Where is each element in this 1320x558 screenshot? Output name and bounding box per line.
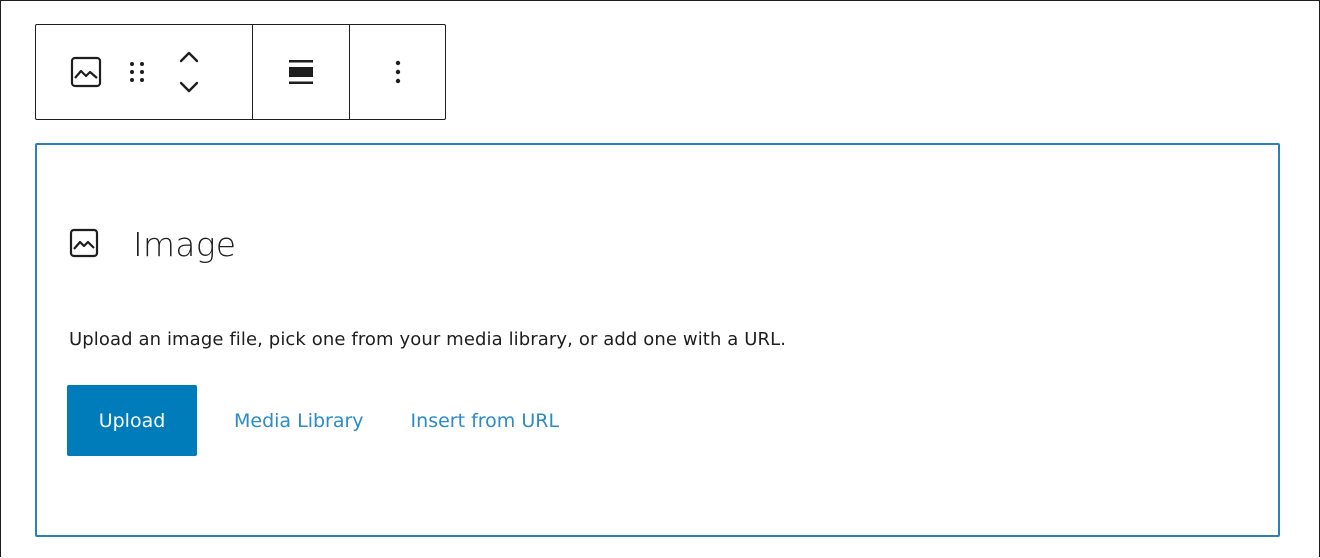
placeholder-actions: Upload Media Library Insert from URL: [67, 385, 559, 456]
insert-from-url-button[interactable]: Insert from URL: [411, 410, 559, 432]
image-icon: [69, 228, 99, 262]
more-vertical-icon: [393, 57, 403, 87]
media-library-button[interactable]: Media Library: [234, 410, 364, 432]
image-block-placeholder: Image Upload an image file, pick one fro…: [35, 143, 1280, 537]
image-icon: [69, 55, 103, 89]
placeholder-instructions: Upload an image file, pick one from your…: [69, 329, 787, 350]
toolbar-group-block: [36, 25, 252, 119]
toolbar-group-more: [349, 25, 445, 119]
placeholder-header: Image: [69, 225, 236, 264]
upload-button[interactable]: Upload: [67, 385, 197, 456]
block-mover: [174, 42, 204, 102]
more-options-button[interactable]: [378, 52, 418, 92]
move-up-button[interactable]: [174, 42, 204, 72]
align-wide-icon: [287, 57, 315, 87]
block-type-button[interactable]: [66, 52, 106, 92]
chevron-up-icon: [177, 47, 201, 67]
drag-handle-icon: [127, 57, 147, 87]
drag-handle[interactable]: [125, 52, 149, 92]
block-toolbar: [35, 24, 446, 120]
placeholder-title: Image: [133, 225, 237, 264]
align-button[interactable]: [281, 52, 321, 92]
toolbar-group-align: [252, 25, 349, 119]
move-down-button[interactable]: [174, 72, 204, 102]
chevron-down-icon: [177, 77, 201, 97]
